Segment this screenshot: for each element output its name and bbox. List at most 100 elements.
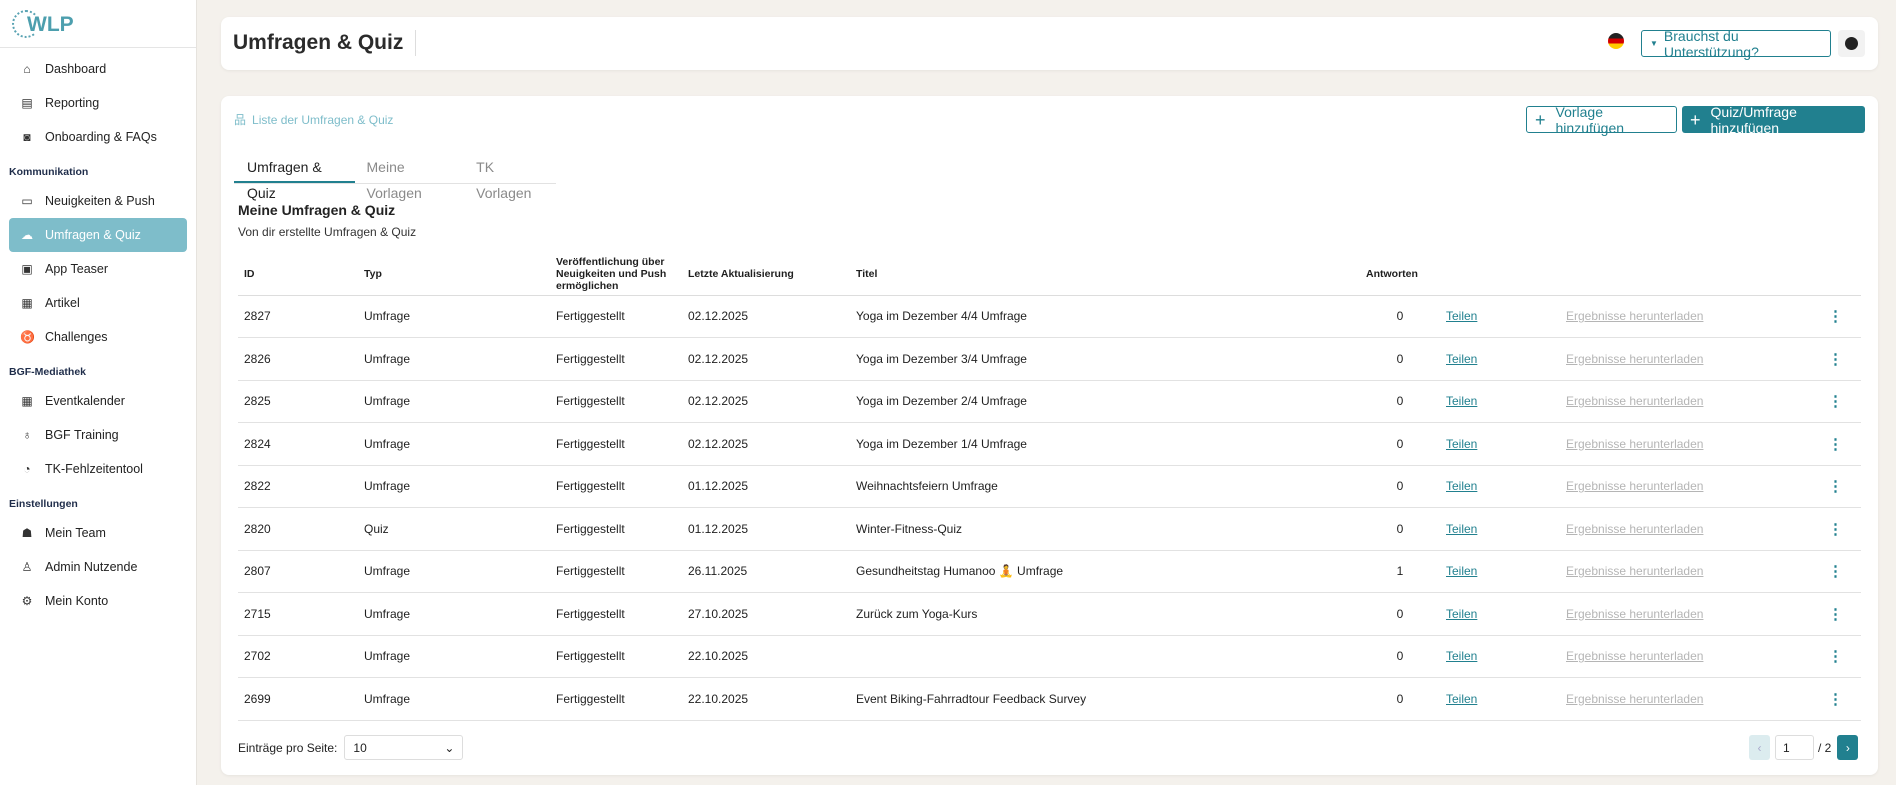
more-options-icon[interactable]: ⋮: [1810, 507, 1861, 551]
tab-meine-vorlagen[interactable]: Meine Vorlagen: [355, 154, 465, 201]
section-subtitle: Von dir erstellte Umfragen & Quiz: [238, 225, 417, 239]
cell-date: 02.12.2025: [682, 295, 850, 338]
table-row[interactable]: 2827 Umfrage Fertiggestellt 02.12.2025 Yoga …: [238, 295, 1861, 338]
sidebar-item-umfragen-quiz[interactable]: ☁ Umfragen & Quiz: [9, 218, 187, 252]
page-input[interactable]: 1: [1775, 735, 1814, 760]
cell-id: 2826: [238, 337, 358, 381]
sidebar-item-tk-fehlzeitentool[interactable]: ◔ TK-Fehlzeitentool: [9, 452, 187, 486]
column-header-title: Titel: [850, 254, 1360, 296]
sidebar-item-onboarding-faqs[interactable]: ◙ Onboarding & FAQs: [9, 120, 187, 154]
table-row[interactable]: 2820 Quiz Fertiggestellt 01.12.2025 Winter-F…: [238, 507, 1861, 551]
more-options-icon[interactable]: ⋮: [1810, 635, 1861, 678]
cell-date: 01.12.2025: [682, 507, 850, 551]
sidebar-item-label: Reporting: [45, 96, 100, 110]
share-link[interactable]: Teilen: [1446, 649, 1477, 663]
download-results-link[interactable]: Ergebnisse herunterladen: [1566, 479, 1703, 493]
sidebar-item-label: Mein Konto: [45, 594, 109, 608]
cell-type: Umfrage: [358, 337, 550, 381]
sidebar-item-artikel[interactable]: ▦ Artikel: [9, 286, 187, 320]
cell-date: 22.10.2025: [682, 635, 850, 678]
share-link[interactable]: Teilen: [1446, 607, 1477, 621]
sidebar-item-mein-team[interactable]: ☗ Mein Team: [9, 516, 187, 550]
breadcrumb-label: Liste der Umfragen & Quiz: [252, 112, 394, 127]
more-options-icon[interactable]: ⋮: [1810, 465, 1861, 508]
add-template-button[interactable]: + Vorlage hinzufügen: [1526, 104, 1677, 136]
cell-type: Umfrage: [358, 465, 550, 508]
cell-title: [850, 635, 1360, 678]
help-dropdown-button[interactable]: ▼ Brauchst du Unterstützung?: [1641, 28, 1831, 60]
download-results-link[interactable]: Ergebnisse herunterladen: [1566, 352, 1703, 366]
table-row[interactable]: 2822 Umfrage Fertiggestellt 01.12.2025 Weihn…: [238, 465, 1861, 508]
sidebar-item-reporting[interactable]: ▤ Reporting: [9, 86, 187, 120]
tab-tk-vorlagen[interactable]: TK Vorlagen: [464, 154, 556, 201]
breadcrumb[interactable]: 品 Liste der Umfragen & Quiz: [234, 111, 393, 128]
download-results-link[interactable]: Ergebnisse herunterladen: [1566, 692, 1703, 706]
share-link[interactable]: Teilen: [1446, 437, 1477, 451]
tab-umfragen-quiz[interactable]: Umfragen & Quiz: [234, 154, 355, 201]
logo[interactable]: WLP: [0, 0, 196, 48]
sidebar-item-dashboard[interactable]: ⌂ Dashboard: [9, 52, 187, 86]
more-options-icon[interactable]: ⋮: [1810, 422, 1861, 466]
previous-page-button[interactable]: ‹: [1749, 735, 1770, 760]
download-results-link[interactable]: Ergebnisse herunterladen: [1566, 437, 1703, 451]
download-results-link[interactable]: Ergebnisse herunterladen: [1566, 564, 1703, 578]
table-row[interactable]: 2699 Umfrage Fertiggestellt 22.10.2025 Event…: [238, 677, 1861, 721]
sidebar-item-neuigkeiten-push[interactable]: ▭ Neuigkeiten & Push: [9, 184, 187, 218]
table-row[interactable]: 2807 Umfrage Fertiggestellt 26.11.2025 Gesun…: [238, 550, 1861, 593]
cell-type: Umfrage: [358, 380, 550, 423]
cell-type: Umfrage: [358, 422, 550, 466]
sidebar-item-mein-konto[interactable]: ⚙ Mein Konto: [9, 584, 187, 618]
nav-icon: ◙: [23, 130, 31, 144]
table-row[interactable]: 2826 Umfrage Fertiggestellt 02.12.2025 Yoga …: [238, 337, 1861, 381]
more-options-icon[interactable]: ⋮: [1810, 592, 1861, 636]
sidebar-item-app-teaser[interactable]: ▣ App Teaser: [9, 252, 187, 286]
cell-type: Umfrage: [358, 592, 550, 636]
sidebar-item-label: Mein Team: [45, 526, 106, 540]
table-row[interactable]: 2824 Umfrage Fertiggestellt 02.12.2025 Yoga …: [238, 422, 1861, 466]
sidebar-item-admin-nutzende[interactable]: ♙ Admin Nutzende: [9, 550, 187, 584]
share-link[interactable]: Teilen: [1446, 309, 1477, 323]
share-link[interactable]: Teilen: [1446, 394, 1477, 408]
more-options-icon[interactable]: ⋮: [1810, 337, 1861, 381]
share-link[interactable]: Teilen: [1446, 479, 1477, 493]
download-results-link[interactable]: Ergebnisse herunterladen: [1566, 309, 1703, 323]
cell-answers: 0: [1360, 592, 1440, 636]
table-row[interactable]: 2702 Umfrage Fertiggestellt 22.10.2025 0 Teil…: [238, 635, 1861, 678]
cell-status: Fertiggestellt: [550, 337, 682, 381]
cell-id: 2820: [238, 507, 358, 551]
download-results-link[interactable]: Ergebnisse herunterladen: [1566, 522, 1703, 536]
sidebar-item-label: TK-Fehlzeitentool: [45, 462, 143, 476]
nav-icon: ♙: [21, 560, 33, 574]
cell-id: 2715: [238, 592, 358, 636]
next-page-button[interactable]: ›: [1837, 735, 1859, 760]
download-results-link[interactable]: Ergebnisse herunterladen: [1566, 649, 1703, 663]
more-options-icon[interactable]: ⋮: [1810, 295, 1861, 338]
add-quiz-label: Quiz/Umfrage hinzufügen: [1710, 103, 1797, 136]
column-header-answers: Antworten: [1360, 254, 1440, 296]
download-results-link[interactable]: Ergebnisse herunterladen: [1566, 394, 1703, 408]
share-link[interactable]: Teilen: [1446, 352, 1477, 366]
share-link[interactable]: Teilen: [1446, 522, 1477, 536]
more-options-icon[interactable]: ⋮: [1810, 380, 1861, 423]
sidebar-item-challenges[interactable]: ♉ Challenges: [9, 320, 187, 354]
table-row[interactable]: 2715 Umfrage Fertiggestellt 27.10.2025 Zurüc…: [238, 592, 1861, 636]
german-flag-icon[interactable]: [1608, 33, 1624, 49]
sidebar-item-bgf-training[interactable]: ♁ BGF Training: [9, 418, 187, 452]
column-header-publish: Veröffentlichung über Neuigkeiten und Pu…: [550, 254, 682, 296]
more-options-icon[interactable]: ⋮: [1810, 550, 1861, 593]
sidebar-item-label: Neuigkeiten & Push: [45, 194, 155, 208]
share-link[interactable]: Teilen: [1446, 692, 1477, 706]
sidebar-item-label: Onboarding & FAQs: [45, 130, 157, 144]
add-quiz-button[interactable]: + Quiz/Umfrage hinzufügen: [1682, 103, 1865, 136]
share-link[interactable]: Teilen: [1446, 564, 1477, 578]
nav-icon: ▦: [21, 296, 33, 310]
per-page-select[interactable]: 10 ⌄: [344, 735, 464, 760]
table-row[interactable]: 2825 Umfrage Fertiggestellt 02.12.2025 Yoga …: [238, 380, 1861, 423]
download-results-link[interactable]: Ergebnisse herunterladen: [1566, 607, 1703, 621]
more-options-icon[interactable]: ⋮: [1810, 677, 1861, 721]
sidebar-item-eventkalender[interactable]: ▦ Eventkalender: [9, 384, 187, 418]
surveys-table: ID Typ Veröffentlichung über Neuigkeiten…: [238, 254, 1861, 721]
cell-status: Fertiggestellt: [550, 550, 682, 593]
cell-status: Fertiggestellt: [550, 592, 682, 636]
user-account-button[interactable]: [1838, 30, 1865, 57]
